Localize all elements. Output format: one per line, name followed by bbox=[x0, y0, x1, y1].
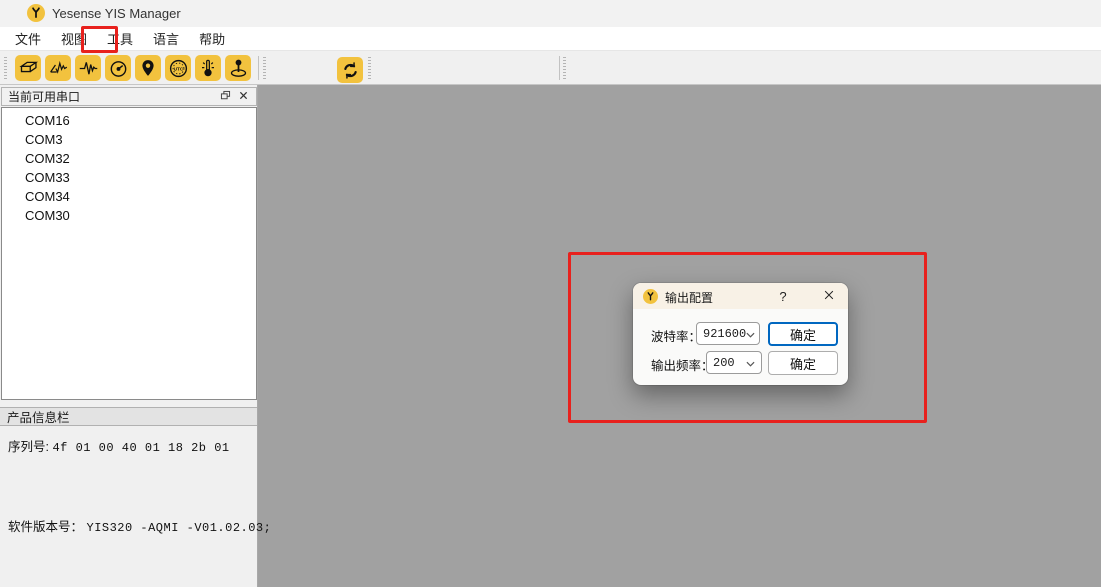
menu-view[interactable]: 视图 bbox=[54, 26, 94, 51]
dialog-rate-label: 输出频率： bbox=[651, 355, 714, 374]
close-panel-button[interactable] bbox=[234, 89, 252, 104]
menu-file[interactable]: 文件 bbox=[8, 26, 48, 51]
gauge-button[interactable] bbox=[105, 55, 131, 81]
dialog-title: 输出配置 bbox=[665, 289, 713, 306]
toolbar-drag-handle[interactable] bbox=[4, 57, 7, 79]
chevron-down-icon bbox=[746, 355, 755, 370]
chevron-down-icon bbox=[746, 326, 755, 341]
software-version-label: 软件版本号： bbox=[8, 520, 83, 534]
gauge-icon bbox=[108, 58, 129, 79]
dialog-output-rate-value: 200 bbox=[713, 356, 735, 370]
toolbar-separator bbox=[258, 56, 259, 80]
serial-number-value: 4f 01 00 40 01 18 2b 01 bbox=[52, 441, 229, 455]
float-panel-icon bbox=[219, 89, 232, 105]
refresh-ports-button[interactable] bbox=[337, 57, 363, 83]
dock-header: 当前可用串口 bbox=[1, 87, 257, 106]
attitude-curve-button[interactable] bbox=[45, 55, 71, 81]
position-marker-button[interactable] bbox=[225, 55, 251, 81]
toolbar-drag-handle[interactable] bbox=[563, 57, 566, 79]
close-icon bbox=[238, 89, 249, 104]
menu-language[interactable]: 语言 bbox=[146, 26, 186, 51]
dialog-baud-label: 波特率： bbox=[651, 326, 701, 345]
dialog-app-icon bbox=[643, 289, 658, 304]
dialog-output-rate-select[interactable]: 200 bbox=[706, 351, 762, 374]
utc-clock-icon: UTC bbox=[168, 58, 189, 79]
menu-tools[interactable]: 工具 bbox=[100, 26, 140, 51]
output-config-dialog: 输出配置 ? 波特率： 921600 确定 输出频率： 200 确定 bbox=[633, 283, 848, 385]
port-list-item[interactable]: COM34 bbox=[2, 187, 256, 206]
gps-location-button[interactable] bbox=[135, 55, 161, 81]
menu-help[interactable]: 帮助 bbox=[192, 26, 232, 51]
pin-on-ellipse-icon bbox=[228, 58, 249, 79]
product-info-title: 产品信息栏 bbox=[7, 407, 70, 426]
svg-text:UTC: UTC bbox=[173, 66, 183, 72]
dock-title: 当前可用串口 bbox=[8, 88, 216, 105]
dialog-baud-confirm-button[interactable]: 确定 bbox=[768, 322, 838, 346]
float-panel-button[interactable] bbox=[216, 89, 234, 104]
serial-number-line: 序列号: 4f 01 00 40 01 18 2b 01 bbox=[8, 436, 230, 455]
dialog-baud-select[interactable]: 921600 bbox=[696, 322, 760, 345]
close-icon bbox=[823, 289, 835, 304]
serial-number-label: 序列号: bbox=[8, 440, 49, 454]
sensor-curve-button[interactable] bbox=[75, 55, 101, 81]
port-list-item[interactable]: COM32 bbox=[2, 149, 256, 168]
dialog-baud-value: 921600 bbox=[703, 327, 746, 341]
toolbar-drag-handle[interactable] bbox=[263, 57, 266, 79]
dialog-close-button[interactable] bbox=[818, 286, 840, 306]
port-list-item[interactable]: COM3 bbox=[2, 130, 256, 149]
serial-port-list: COM16 COM3 COM32 COM33 COM34 COM30 bbox=[1, 107, 257, 400]
location-pin-icon bbox=[138, 58, 158, 78]
dialog-title-bar: 输出配置 ? bbox=[633, 283, 848, 309]
dialog-help-button[interactable]: ? bbox=[773, 286, 793, 306]
thermometer-icon bbox=[198, 58, 218, 78]
title-bar: Yesense YIS Manager bbox=[0, 0, 1101, 27]
port-list-item[interactable]: COM33 bbox=[2, 168, 256, 187]
software-version-line: 软件版本号： YIS320 -AQMI -V01.02.03; bbox=[8, 516, 271, 535]
window-title: Yesense YIS Manager bbox=[52, 6, 181, 21]
app-logo-icon bbox=[27, 4, 45, 22]
toolbar-drag-handle[interactable] bbox=[368, 57, 371, 79]
angle-waveform-icon bbox=[48, 58, 69, 79]
utc-time-button[interactable]: UTC bbox=[165, 55, 191, 81]
refresh-icon bbox=[341, 61, 360, 80]
serial-ports-dock: 当前可用串口 COM16 COM3 COM32 COM33 COM34 COM3… bbox=[0, 85, 258, 587]
product-info-header: 产品信息栏 bbox=[0, 407, 257, 426]
toolbar-separator bbox=[559, 56, 560, 80]
dialog-rate-confirm-button[interactable]: 确定 bbox=[768, 351, 838, 375]
software-version-value: YIS320 -AQMI -V01.02.03; bbox=[87, 521, 272, 535]
port-list-item[interactable]: COM16 bbox=[2, 111, 256, 130]
content-area: 当前可用串口 COM16 COM3 COM32 COM33 COM34 COM3… bbox=[0, 85, 1101, 587]
menu-bar: 文件 视图 工具 语言 帮助 bbox=[0, 27, 1101, 51]
toolbar: UTC COM16 波特率： 921600 关闭串口 bbox=[0, 51, 1101, 85]
3d-attitude-button[interactable] bbox=[15, 55, 41, 81]
port-list-item[interactable]: COM30 bbox=[2, 206, 256, 225]
cube-3d-icon bbox=[18, 58, 39, 79]
waveform-icon bbox=[78, 58, 99, 79]
temperature-button[interactable] bbox=[195, 55, 221, 81]
